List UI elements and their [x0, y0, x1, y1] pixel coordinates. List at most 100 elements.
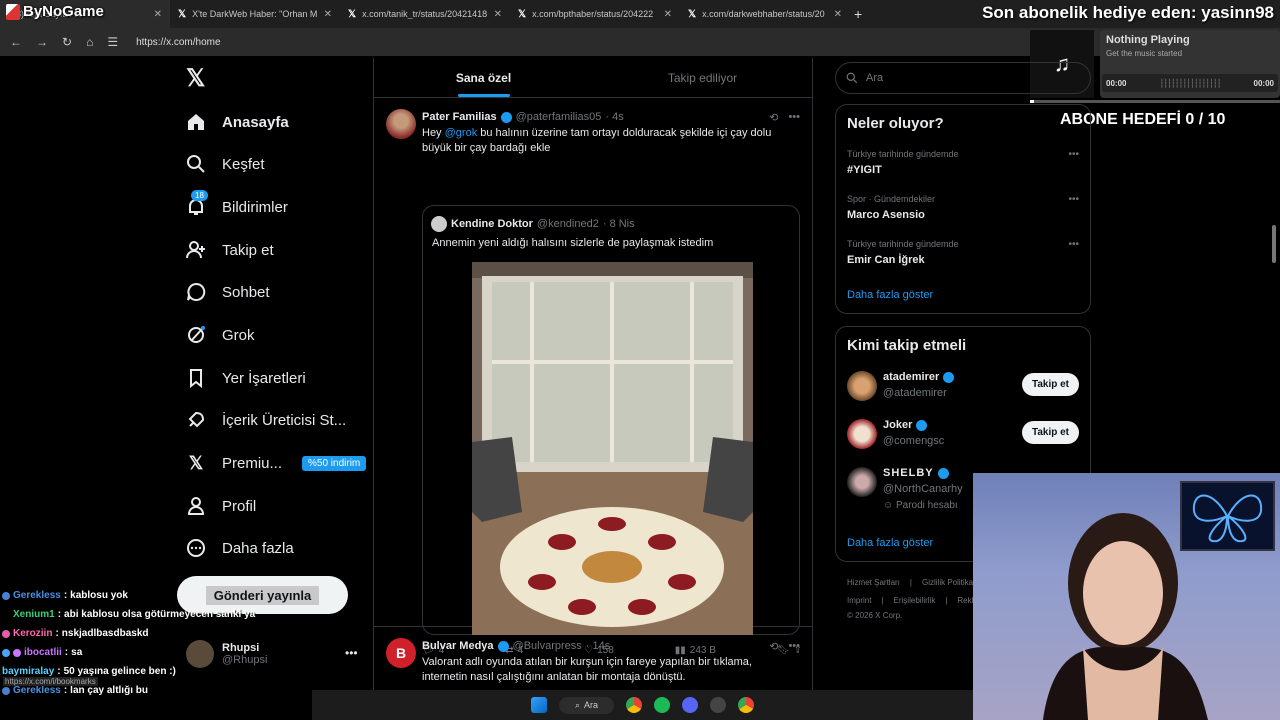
sidebar-item-creator-studio[interactable]: İçerik Üreticisi St... — [186, 402, 346, 438]
mention-link[interactable]: @grok — [445, 127, 478, 139]
tweet-time[interactable]: · 4s — [605, 111, 623, 123]
tweet-handle[interactable]: @paterfamilias05 — [516, 111, 602, 123]
home-nav-icon[interactable]: ⌂ — [86, 35, 93, 49]
sidebar-item-label: İçerik Üreticisi St... — [222, 411, 347, 429]
url-field[interactable]: https://x.com/home — [136, 37, 220, 48]
user-badge-icon — [2, 648, 10, 657]
taskbar: ⌕ Ara — [312, 690, 973, 720]
more-icon[interactable]: ••• — [345, 646, 358, 660]
discord-icon[interactable] — [682, 697, 699, 713]
footer-link[interactable]: Gizlilik Politika — [922, 578, 973, 587]
quoted-tweet[interactable]: Kendine Doktor @kendined2 · 8 Nis Annemi… — [422, 205, 800, 635]
sidebar-item-profile[interactable]: Profil — [186, 488, 256, 524]
sidebar-item-bookmarks[interactable]: Yer İşaretleri — [186, 360, 306, 396]
tweet-time[interactable]: · 14s — [586, 640, 610, 652]
notification-badge: 18 — [191, 190, 208, 201]
verified-icon — [943, 371, 955, 383]
back-icon[interactable]: ← — [10, 35, 22, 49]
sidebar-item-chat[interactable]: Sohbet — [186, 274, 270, 310]
close-icon[interactable]: ✕ — [834, 9, 842, 20]
tweet-photo[interactable] — [472, 262, 753, 635]
footer-link[interactable]: Hizmet Şartları — [847, 578, 900, 587]
x-logo-icon[interactable]: 𝕏 — [186, 64, 205, 93]
spotify-icon[interactable] — [654, 697, 671, 713]
more-icon[interactable]: ••• — [788, 640, 800, 653]
sidebar-item-grok[interactable]: Grok — [186, 317, 255, 353]
windows-start-icon[interactable] — [530, 697, 547, 713]
grok-icon[interactable]: ⟲ — [769, 111, 778, 124]
x-logo-icon: 𝕏 — [518, 8, 527, 20]
forward-icon[interactable]: → — [36, 35, 48, 49]
browser-tab[interactable]: 𝕏 x.com/darkwebhaber/status/20 ✕ — [680, 0, 850, 28]
time-start: 00:00 — [1106, 78, 1127, 88]
user-badge-icon — [13, 648, 21, 657]
browser-tab[interactable]: 𝕏 X'te DarkWeb Haber: "Orhan M ✕ — [170, 0, 340, 28]
sidebar-item-home[interactable]: Anasayfa — [186, 104, 289, 140]
follow-button[interactable]: Takip et — [1021, 373, 1079, 396]
tab-for-you[interactable]: Sana özel — [374, 58, 593, 97]
channel-logo: ByNoGame — [6, 3, 104, 20]
quote-author-name: Kendine Doktor — [451, 218, 533, 230]
browser-tab[interactable]: 𝕏 x.com/tanik_tr/status/20421418 ✕ — [340, 0, 510, 28]
verified-icon — [497, 640, 509, 652]
tweet-author-name[interactable]: Bulvar Medya — [422, 640, 494, 652]
follow-suggestion[interactable]: atademirer @atademirer Takip et — [847, 371, 1079, 405]
taskbar-search-label: Ara — [584, 700, 599, 710]
rocket-icon — [186, 410, 206, 430]
scrollbar[interactable] — [1272, 225, 1276, 263]
reload-icon[interactable]: ↻ — [62, 35, 72, 49]
waveform: ┆┆┆┆┆┆┆┆┆┆┆┆┆┆┆┆ — [1159, 78, 1221, 88]
sidebar-item-label: Grok — [222, 326, 255, 344]
show-more-link[interactable]: Daha fazla göster — [847, 289, 933, 301]
x-logo-icon: 𝕏 — [688, 8, 697, 20]
footer-links: Imprint | Erişilebilirlik | Rekla — [847, 596, 978, 605]
follow-suggestion[interactable]: Joker @comengsc Takip et — [847, 419, 1079, 453]
avatar[interactable] — [386, 109, 416, 139]
footer-link[interactable]: Imprint — [847, 596, 871, 605]
tweet[interactable]: Pater Familias @paterfamilias05 · 4s ⟲ •… — [374, 99, 812, 656]
chrome-icon[interactable] — [626, 697, 643, 713]
close-icon[interactable]: ✕ — [324, 9, 332, 20]
chat-user: Gerekless — [13, 685, 61, 696]
trend-title: Marco Asensio — [847, 209, 925, 221]
chat-text: nskjadlbasdbaskd — [61, 628, 149, 639]
music-seek-bar — [1030, 100, 1280, 103]
follow-button[interactable]: Takip et — [1021, 421, 1079, 444]
sidebar-item-explore[interactable]: Keşfet — [186, 146, 265, 182]
steam-icon[interactable] — [710, 697, 727, 713]
trend-item[interactable]: Türkiye tarihinde gündemde #YIGIT ••• — [847, 149, 1079, 176]
bookmark-icon — [186, 368, 206, 388]
chrome-icon[interactable] — [738, 697, 755, 713]
new-tab-icon[interactable]: + — [854, 6, 862, 22]
avatar[interactable]: B — [386, 638, 416, 668]
tweet-handle[interactable]: @Bulvarpress — [513, 640, 582, 652]
sidebar-item-more[interactable]: Daha fazla — [186, 530, 294, 566]
close-icon[interactable]: ✕ — [154, 9, 162, 20]
tweet-author-name[interactable]: Pater Familias — [422, 111, 497, 123]
more-icon[interactable]: ••• — [788, 111, 800, 124]
show-more-link[interactable]: Daha fazla göster — [847, 537, 933, 549]
tweet-text: Valorant adlı oyunda atılan bir kurşun i… — [422, 656, 752, 683]
more-circle-icon — [186, 538, 206, 558]
taskbar-search[interactable]: ⌕ Ara — [558, 696, 615, 714]
more-icon[interactable]: ••• — [1068, 149, 1079, 160]
tab-following[interactable]: Takip ediliyor — [593, 58, 812, 97]
more-icon[interactable]: ••• — [1068, 194, 1079, 205]
parody-label-row: ☺ Parodi hesabı — [883, 500, 958, 511]
search-icon — [186, 154, 206, 174]
trend-item[interactable]: Spor · Gündemdekiler Marco Asensio ••• — [847, 194, 1079, 221]
trend-item[interactable]: Türkiye tarihinde gündemde Emir Can İğre… — [847, 239, 1079, 266]
pen-logo-icon — [6, 3, 20, 20]
grok-icon[interactable]: ⟲ — [769, 640, 778, 653]
footer-link[interactable]: Erişilebilirlik — [894, 596, 936, 605]
sidebar-item-label: Daha fazla — [222, 539, 294, 557]
site-info-icon[interactable]: ☰ — [107, 35, 118, 49]
browser-tab[interactable]: 𝕏 x.com/bpthaber/status/204222 ✕ — [510, 0, 680, 28]
sidebar-item-notifications[interactable]: 18 Bildirimler — [186, 189, 288, 225]
search-input[interactable]: Ara — [835, 62, 1091, 94]
more-icon[interactable]: ••• — [1068, 239, 1079, 250]
sidebar-item-follow[interactable]: Takip et — [186, 232, 274, 268]
close-icon[interactable]: ✕ — [664, 9, 672, 20]
sidebar-item-premium[interactable]: 𝕏 Premiu... %50 indirim — [186, 445, 367, 481]
close-icon[interactable]: ✕ — [494, 9, 502, 20]
